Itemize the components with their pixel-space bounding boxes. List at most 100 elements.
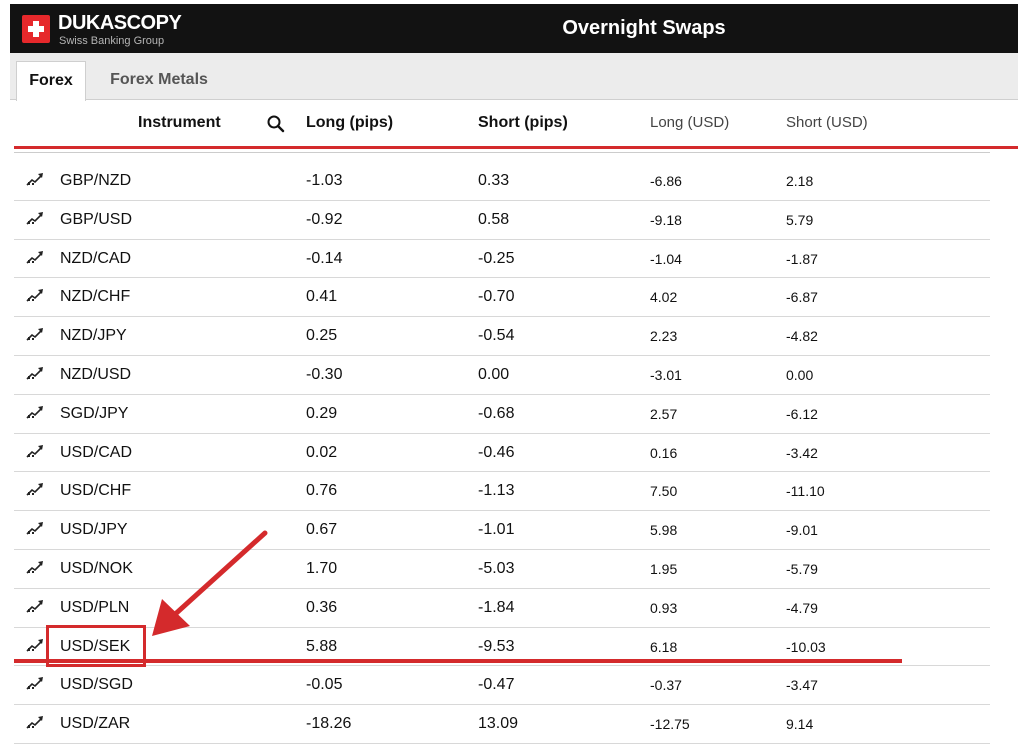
cell-long-usd: -12.75: [650, 716, 690, 733]
cell-instrument[interactable]: USD/NOK: [60, 560, 133, 578]
table-row[interactable]: NZD/JPY 0.25 -0.54 2.23 -4.82: [14, 317, 990, 356]
cell-short-usd: -9.01: [786, 522, 818, 539]
header-divider-thin: [14, 152, 990, 153]
table-row[interactable]: SGD/JPY 0.29 -0.68 2.57 -6.12: [14, 395, 990, 434]
chart-icon[interactable]: [26, 288, 44, 307]
cell-long-usd: -9.18: [650, 211, 682, 228]
cell-short-usd: 9.14: [786, 716, 814, 733]
cell-instrument[interactable]: GBP/USD: [60, 211, 132, 229]
cell-short-usd: -6.12: [786, 405, 818, 422]
table-row[interactable]: NZD/CAD -0.14 -0.25 -1.04 -1.87: [14, 240, 990, 279]
cell-short-pips: -1.01: [478, 521, 515, 539]
cell-long-usd: 2.57: [650, 405, 678, 422]
cell-short-usd: -4.79: [786, 599, 818, 616]
tab-bar: Forex Forex Metals: [10, 53, 1018, 101]
cell-long-pips: 0.41: [306, 288, 338, 306]
chart-icon[interactable]: [26, 521, 44, 540]
table-row[interactable]: USD/NOK 1.70 -5.03 1.95 -5.79: [14, 550, 990, 589]
cell-short-pips: 13.09: [478, 715, 519, 733]
cell-instrument[interactable]: USD/CAD: [60, 444, 132, 462]
table-row[interactable]: USD/JPY 0.67 -1.01 5.98 -9.01: [14, 511, 990, 550]
cell-instrument[interactable]: NZD/CHF: [60, 288, 130, 306]
cell-long-pips: -0.92: [306, 210, 343, 228]
table-row[interactable]: USD/SGD -0.05 -0.47 -0.37 -3.47: [14, 666, 990, 706]
table-row[interactable]: USD/CAD 0.02 -0.46 0.16 -3.42: [14, 434, 990, 473]
cell-short-pips: -0.46: [478, 443, 515, 461]
cell-instrument[interactable]: USD/JPY: [60, 521, 128, 539]
cell-long-usd: -6.86: [650, 173, 682, 189]
swaps-table-body: GBP/NZD -1.03 0.33 -6.86 2.18 GBP/USD -0.92 0.5…: [14, 162, 990, 744]
cell-long-pips: 0.29: [306, 404, 338, 422]
col-long-pips[interactable]: Long (pips): [306, 114, 393, 132]
cell-short-pips: -0.70: [478, 288, 515, 306]
cell-short-usd: -1.87: [786, 250, 818, 267]
table-header: Instrument Long (pips) Short (pips) Long…: [10, 103, 1018, 147]
cell-long-usd: 2.23: [650, 328, 678, 345]
cell-instrument[interactable]: GBP/NZD: [60, 172, 131, 190]
table-row[interactable]: GBP/USD -0.92 0.58 -9.18 5.79: [14, 201, 990, 240]
cell-instrument[interactable]: NZD/JPY: [60, 327, 127, 345]
cell-short-usd: 5.79: [786, 211, 814, 228]
cell-instrument[interactable]: SGD/JPY: [60, 405, 128, 423]
chart-icon[interactable]: [26, 211, 44, 230]
chart-icon[interactable]: [26, 638, 44, 657]
cell-instrument[interactable]: USD/PLN: [60, 599, 129, 617]
cell-long-pips: 0.76: [306, 482, 338, 500]
cell-instrument[interactable]: NZD/CAD: [60, 250, 131, 268]
cell-instrument[interactable]: USD/SGD: [60, 676, 133, 694]
cell-short-pips: -9.53: [478, 637, 515, 655]
tab-forex[interactable]: Forex: [16, 61, 86, 101]
chart-icon[interactable]: [26, 715, 44, 734]
cell-short-usd: -10.03: [786, 638, 826, 655]
cell-instrument[interactable]: USD/ZAR: [60, 715, 130, 733]
col-instrument[interactable]: Instrument: [138, 114, 221, 132]
cell-short-usd: -3.47: [786, 677, 818, 694]
col-long-usd[interactable]: Long (USD): [650, 114, 729, 131]
cell-long-pips: 0.67: [306, 521, 338, 539]
chart-icon[interactable]: [26, 405, 44, 424]
chart-icon[interactable]: [26, 676, 44, 695]
cell-long-pips: -0.05: [306, 676, 343, 694]
search-icon[interactable]: [266, 114, 286, 134]
cell-short-usd: -6.87: [786, 289, 818, 306]
tab-forex-metals[interactable]: Forex Metals: [94, 61, 224, 101]
cell-short-usd: 0.00: [786, 366, 814, 383]
chart-icon[interactable]: [26, 327, 44, 346]
chart-icon[interactable]: [26, 560, 44, 579]
cell-short-pips: -0.47: [478, 676, 515, 694]
col-short-usd[interactable]: Short (USD): [786, 114, 868, 131]
table-row[interactable]: USD/PLN 0.36 -1.84 0.93 -4.79: [14, 589, 990, 628]
cell-long-usd: -1.04: [650, 250, 682, 267]
highlight-underline: [14, 659, 902, 663]
table-row[interactable]: NZD/CHF 0.41 -0.70 4.02 -6.87: [14, 278, 990, 318]
page-title: Overnight Swaps: [562, 17, 726, 39]
chart-icon[interactable]: [26, 482, 44, 501]
chart-icon[interactable]: [26, 599, 44, 618]
cell-instrument[interactable]: USD/CHF: [60, 482, 131, 500]
chart-icon[interactable]: [26, 172, 44, 191]
chart-icon[interactable]: [26, 250, 44, 269]
cell-short-usd: 2.18: [786, 173, 814, 189]
header-divider: [14, 146, 1018, 149]
table-row[interactable]: GBP/NZD -1.03 0.33 -6.86 2.18: [14, 162, 990, 201]
cell-long-pips: 0.25: [306, 327, 338, 345]
table-row[interactable]: USD/ZAR -18.26 13.09 -12.75 9.14: [14, 705, 990, 744]
chart-icon[interactable]: [26, 366, 44, 385]
cell-long-usd: 5.98: [650, 522, 678, 539]
cell-short-pips: 0.33: [478, 172, 510, 189]
cell-short-usd: -11.10: [786, 483, 825, 500]
col-short-pips[interactable]: Short (pips): [478, 114, 568, 132]
cell-long-usd: 0.93: [650, 599, 678, 616]
cell-instrument[interactable]: NZD/USD: [60, 366, 131, 384]
cell-short-pips: -1.13: [478, 482, 515, 500]
cell-long-pips: 5.88: [306, 637, 338, 655]
table-row[interactable]: USD/CHF 0.76 -1.13 7.50 -11.10: [14, 472, 990, 512]
chart-icon[interactable]: [26, 444, 44, 463]
cell-short-usd: -5.79: [786, 560, 818, 577]
cell-long-pips: -0.30: [306, 365, 343, 383]
cell-short-pips: -1.84: [478, 598, 515, 616]
cell-short-usd: -3.42: [786, 444, 818, 461]
cell-long-pips: 1.70: [306, 559, 338, 577]
cell-long-usd: 1.95: [650, 560, 678, 577]
table-row[interactable]: NZD/USD -0.30 0.00 -3.01 0.00: [14, 356, 990, 395]
